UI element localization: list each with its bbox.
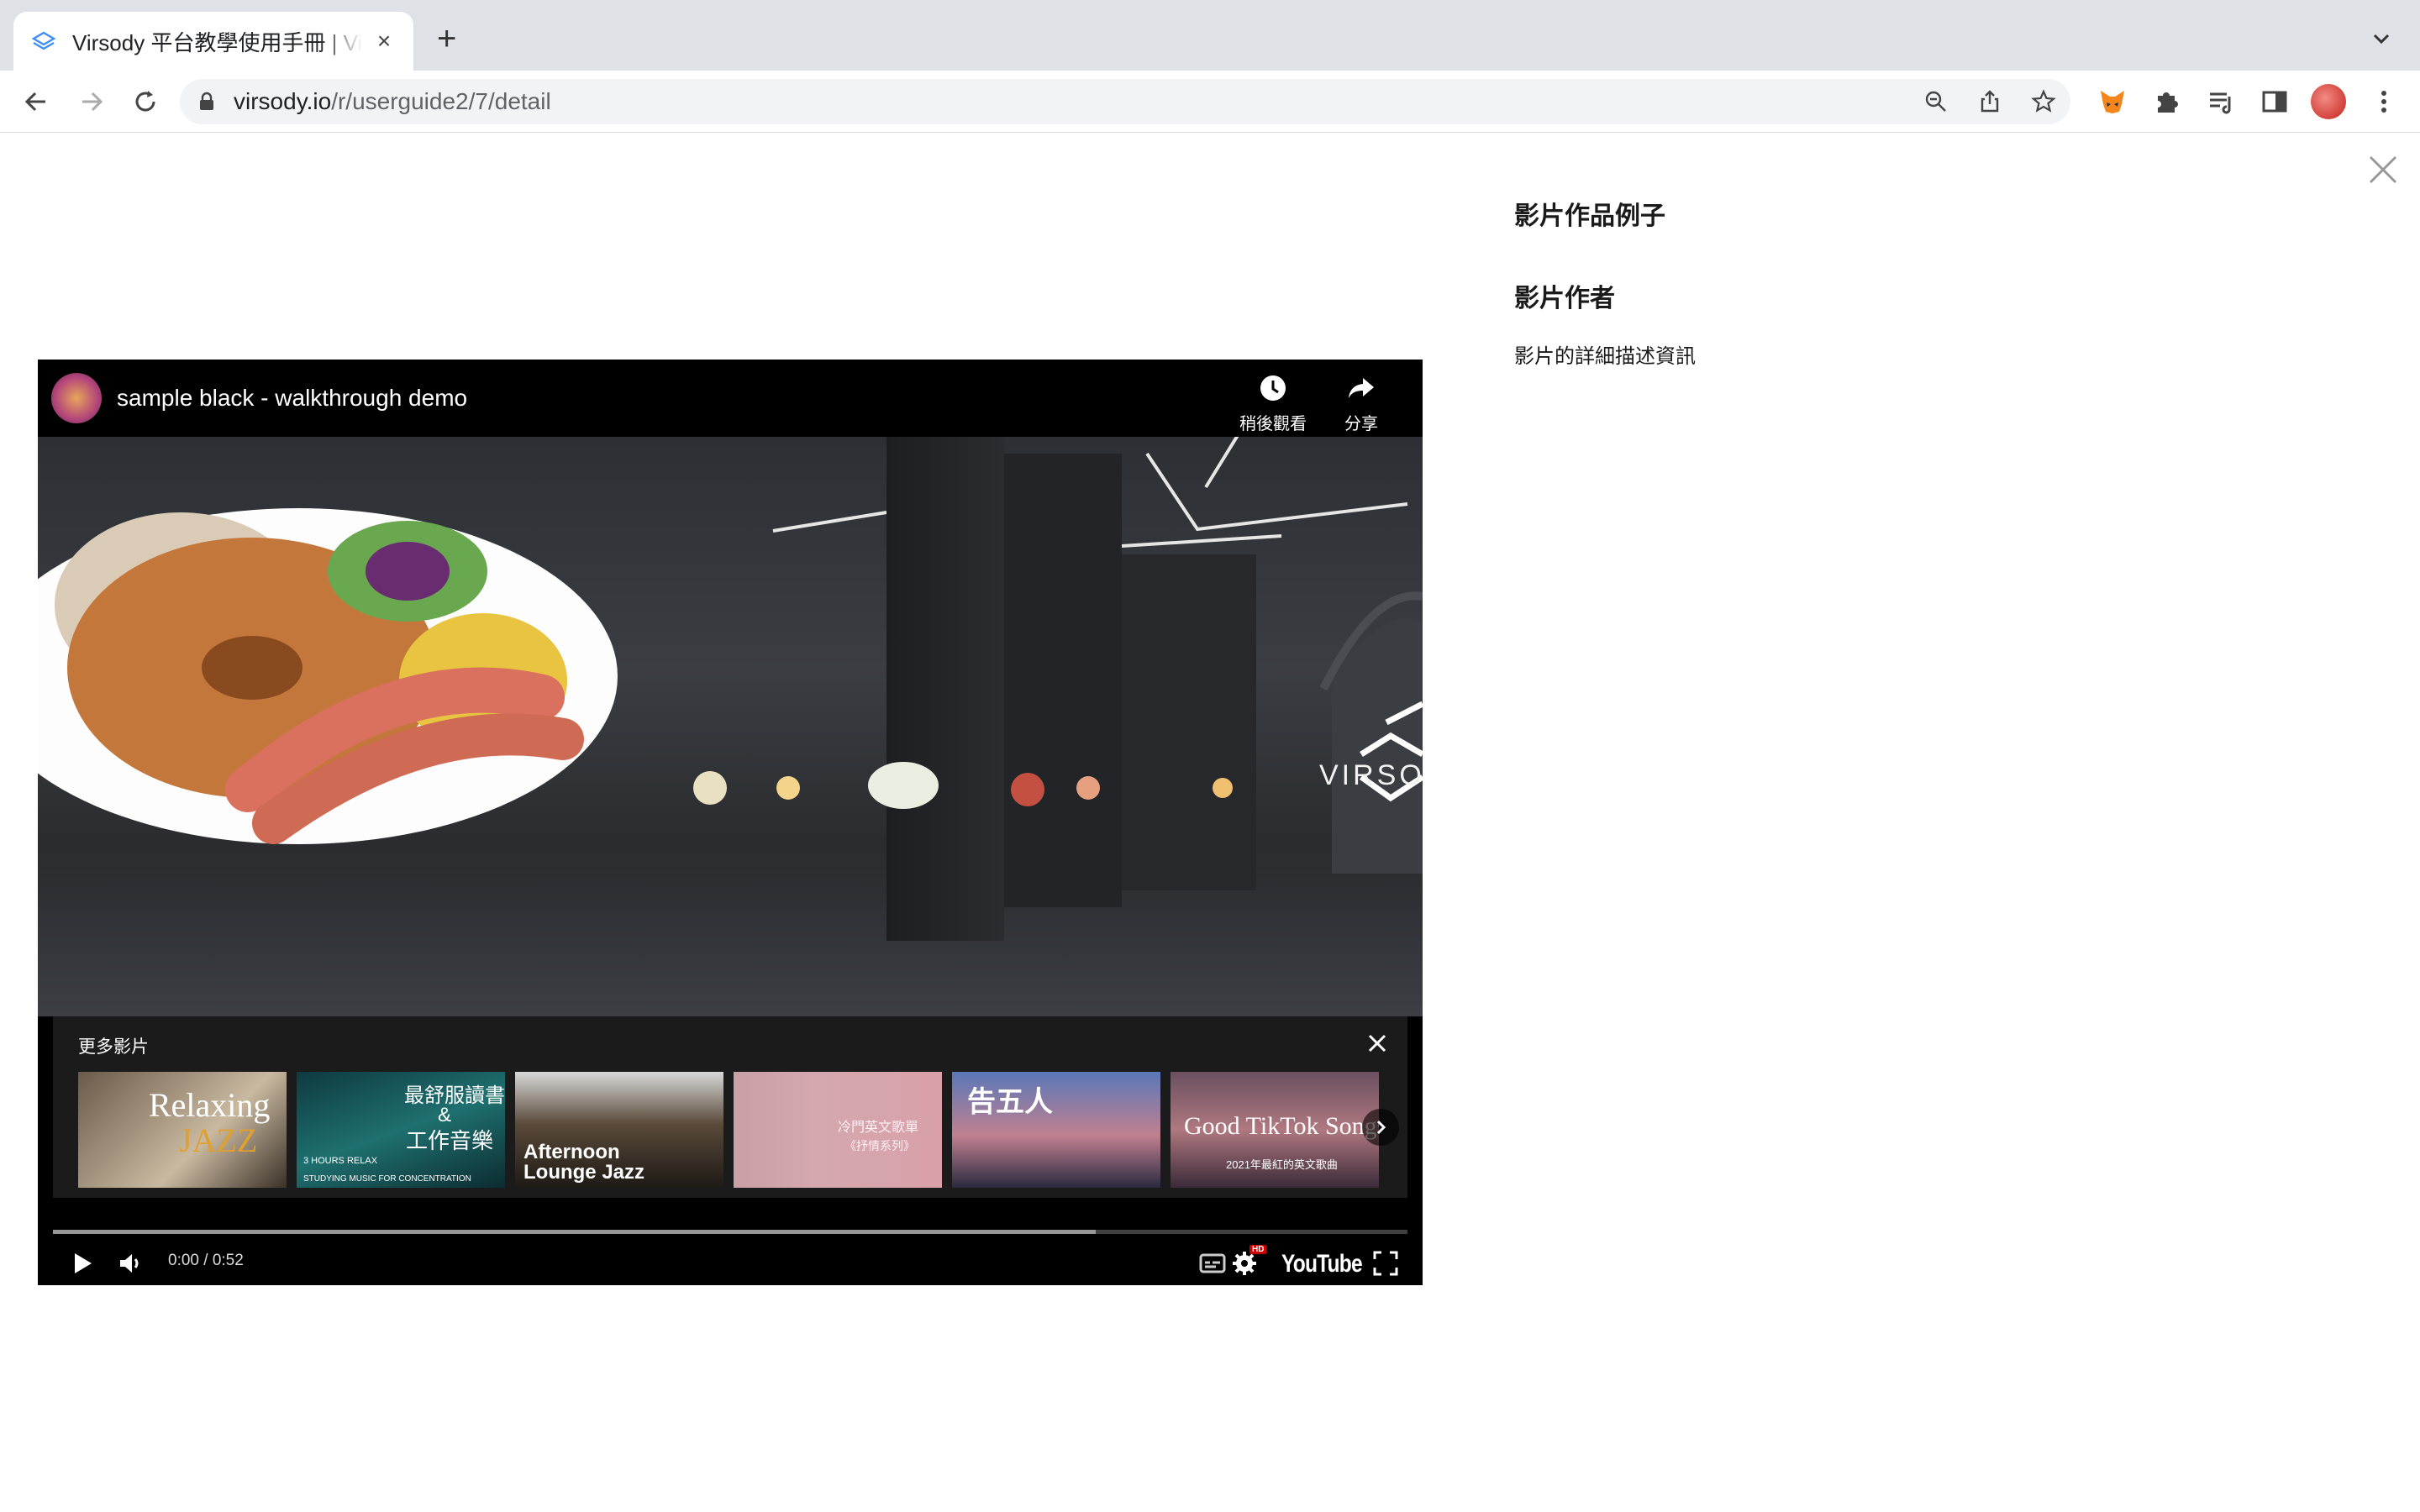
clock-icon: [1260, 375, 1286, 401]
play-icon[interactable]: [66, 1248, 97, 1278]
metamask-fox-icon[interactable]: [2096, 86, 2128, 118]
more-videos-close-icon[interactable]: [1365, 1032, 1389, 1055]
tab-title: Virsody 平台教學使用手冊 | Virsody: [72, 29, 363, 55]
watch-later-label: 稍後觀看: [1239, 415, 1307, 433]
thumbnail-caption: 3 HOURS RELAX: [303, 1156, 378, 1166]
more-videos-next-button[interactable]: [1362, 1109, 1399, 1146]
detail-description: 影片的詳細描述資訊: [1514, 345, 1696, 368]
more-videos-panel: 更多影片 Relaxing JAZZ 最舒服讀書 & 工作音樂 3 HOURS …: [53, 1016, 1407, 1198]
zoom-out-icon[interactable]: [1923, 88, 1949, 115]
media-queue-icon[interactable]: [2205, 86, 2237, 118]
time-display: 0:00 / 0:52: [168, 1252, 244, 1269]
more-videos-title: 更多影片: [78, 1037, 149, 1057]
gallery-scene-image: [38, 431, 1423, 1016]
extensions-puzzle-icon[interactable]: [2151, 86, 2183, 118]
url-path: /r/userguide2/7/detail: [331, 88, 551, 114]
browser-toolbar: virsody.io/r/userguide2/7/detail: [0, 71, 2420, 133]
video-frame[interactable]: VIRSO: [38, 431, 1423, 1016]
url-text[interactable]: virsody.io/r/userguide2/7/detail: [234, 88, 551, 115]
fullscreen-icon[interactable]: [1370, 1248, 1401, 1278]
bookmark-star-icon[interactable]: [2030, 88, 2057, 115]
detail-panel: 影片作品例子 影片作者 影片的詳細描述資訊: [1514, 195, 1696, 368]
volume-icon[interactable]: [115, 1248, 145, 1278]
video-thumbnail[interactable]: Afternoon Lounge Jazz: [515, 1072, 723, 1188]
thumbnail-title-2: 工作音樂: [406, 1128, 494, 1153]
subtitles-icon[interactable]: [1197, 1248, 1228, 1278]
detail-author: 影片作者: [1514, 285, 1615, 312]
player-title-bar: sample black - walkthrough demo 稍後觀看 分享: [38, 360, 1423, 437]
tab-strip: Virsody 平台教學使用手冊 | Virsody × +: [0, 0, 2420, 71]
tab-close-icon[interactable]: ×: [371, 28, 397, 55]
watch-later-button[interactable]: 稍後觀看: [1227, 373, 1319, 434]
channel-avatar[interactable]: [51, 373, 102, 423]
video-thumbnail[interactable]: 冷門英文歌單 《抒情系列》: [734, 1072, 942, 1188]
video-thumbnail[interactable]: 告五人: [952, 1072, 1160, 1188]
browser-tab[interactable]: Virsody 平台教學使用手冊 | Virsody ×: [13, 12, 413, 71]
share-label: 分享: [1344, 415, 1378, 433]
progress-bar[interactable]: [53, 1230, 1407, 1234]
thumbnail-subtitle: JAZZ: [179, 1121, 258, 1159]
video-player[interactable]: VIRSO sample black - walkthrough demo 稍後…: [38, 360, 1423, 1285]
virsody-logo-icon: [31, 31, 56, 50]
new-tab-button[interactable]: +: [437, 22, 456, 55]
thumbnail-title: 冷門英文歌單: [838, 1121, 919, 1135]
detail-title: 影片作品例子: [1514, 202, 1665, 230]
thumbnail-title: Good TikTok Songs: [1184, 1112, 1379, 1140]
youtube-logo[interactable]: YouTube: [1281, 1250, 1363, 1278]
more-videos-list: Relaxing JAZZ 最舒服讀書 & 工作音樂 3 HOURS RELAX…: [78, 1072, 1379, 1188]
video-thumbnail[interactable]: 最舒服讀書 & 工作音樂 3 HOURS RELAX STUDYING MUSI…: [297, 1072, 505, 1188]
thumbnail-subtitle: Lounge Jazz: [523, 1161, 645, 1184]
omnibox-actions: [1909, 79, 2070, 124]
thumbnail-title: Relaxing: [149, 1086, 271, 1124]
url-host: virsody.io: [234, 88, 332, 114]
video-title[interactable]: sample black - walkthrough demo: [117, 385, 467, 412]
share-page-icon[interactable]: [1976, 88, 2003, 115]
thumbnail-caption-2: STUDYING MUSIC FOR CONCENTRATION: [303, 1174, 471, 1184]
browser-menu-icon[interactable]: [2368, 86, 2400, 118]
reload-icon[interactable]: [129, 86, 161, 118]
share-button[interactable]: 分享: [1315, 373, 1407, 434]
side-panel-icon[interactable]: [2259, 86, 2291, 118]
thumbnail-title: 最舒服讀書: [404, 1084, 505, 1107]
video-thumbnail[interactable]: Good TikTok Songs 2021年最紅的英文歌曲: [1171, 1072, 1379, 1188]
video-thumbnail[interactable]: Relaxing JAZZ: [78, 1072, 287, 1188]
thumbnail-subtitle: 2021年最紅的英文歌曲: [1226, 1158, 1338, 1171]
tab-search-chevron-icon[interactable]: [2368, 25, 2395, 52]
thumbnail-title: 告五人: [967, 1086, 1053, 1118]
share-arrow-icon: [1349, 378, 1374, 398]
player-controls: 0:00 / 0:52 HD YouTube: [38, 1242, 1423, 1285]
address-bar[interactable]: virsody.io/r/userguide2/7/detail: [180, 79, 2070, 124]
close-detail-icon[interactable]: [2368, 155, 2398, 185]
profile-avatar[interactable]: [2311, 84, 2346, 119]
back-arrow-icon[interactable]: [20, 86, 52, 118]
thumbnail-subtitle: 《抒情系列》: [844, 1139, 915, 1152]
hd-badge: HD: [1249, 1245, 1267, 1254]
scene-logo-text: VIRSO: [1319, 759, 1423, 791]
buffer-bar: [53, 1230, 1097, 1234]
forward-arrow-icon[interactable]: [76, 86, 108, 118]
chevron-right-icon: [1376, 1120, 1386, 1135]
lock-icon[interactable]: [197, 92, 217, 112]
